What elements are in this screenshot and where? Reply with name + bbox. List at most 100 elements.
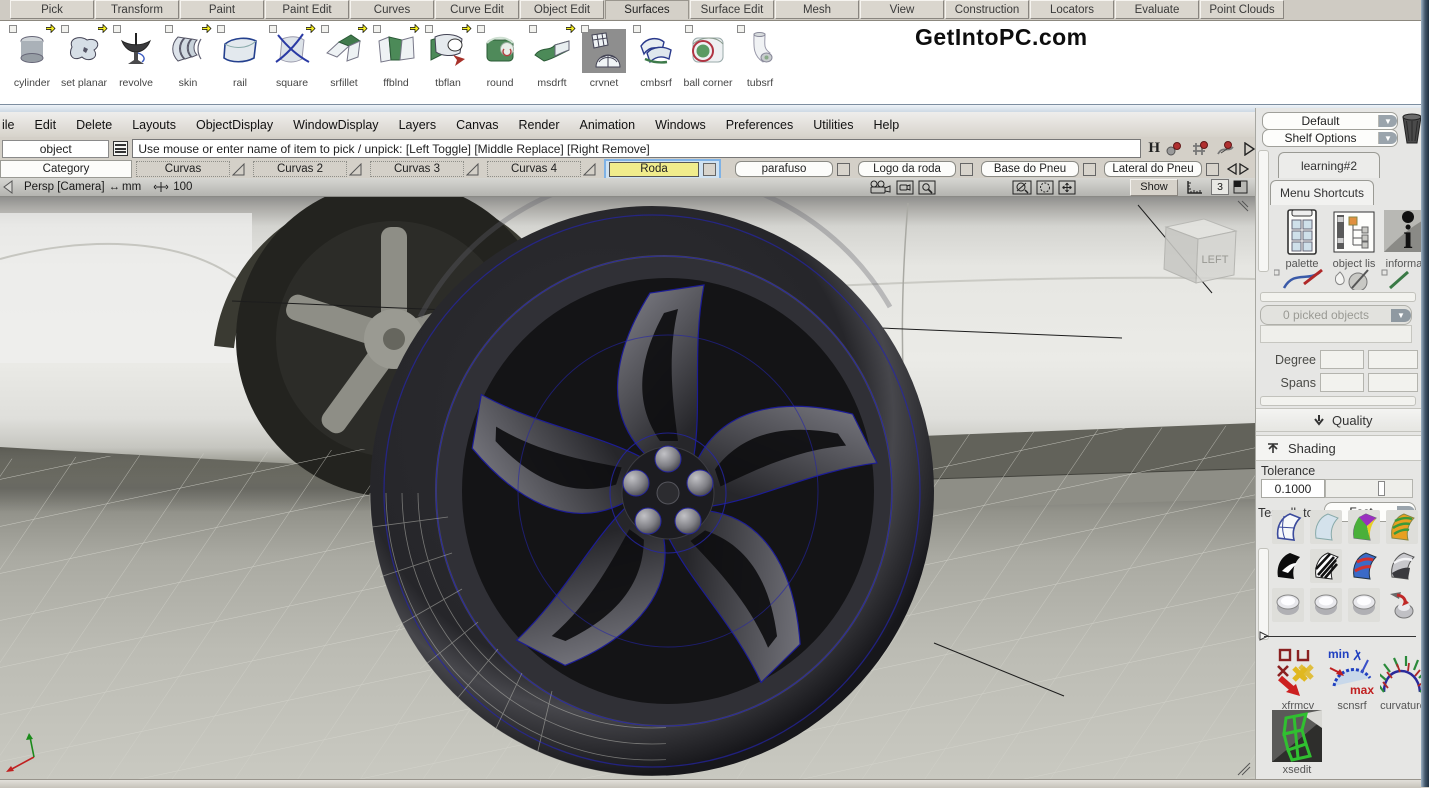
diagnostic-shade-1-button[interactable]: [1272, 588, 1304, 622]
tool-checkbox[interactable]: [9, 25, 17, 33]
layer-scroll-right-icon[interactable]: [1239, 163, 1249, 175]
xfrmcv-tool[interactable]: xfrmcv: [1272, 646, 1324, 712]
units-toggle-icon[interactable]: ↔: [109, 181, 119, 193]
shade-black-button[interactable]: [1272, 549, 1304, 583]
tab-object-edit[interactable]: Object Edit: [520, 0, 604, 19]
pick-type-select[interactable]: object: [2, 140, 109, 158]
tool-ball-corner[interactable]: ball corner: [682, 23, 734, 101]
menu-layers[interactable]: Layers: [389, 118, 447, 132]
layer-base-do-pneu[interactable]: Base do Pneu: [981, 161, 1079, 177]
perspective-viewport[interactable]: LEFT: [0, 197, 1255, 779]
layer-roda-selected[interactable]: Roda: [604, 159, 721, 180]
tab-view[interactable]: View: [860, 0, 944, 19]
shelf-set-select[interactable]: Default ▼: [1262, 112, 1398, 130]
tool-round[interactable]: round: [474, 23, 526, 101]
chevron-down-icon[interactable]: ▼: [1378, 132, 1397, 144]
layer-checkbox[interactable]: [960, 163, 973, 176]
shade-chrome-button[interactable]: [1386, 549, 1418, 583]
spans-input-1[interactable]: [1320, 373, 1364, 392]
palette-window-tool[interactable]: palette: [1280, 208, 1324, 270]
viewport-header[interactable]: Persp [Camera] ↔ mm 100 Show 3: [0, 178, 1255, 197]
chevron-down-icon[interactable]: ▼: [1391, 309, 1411, 322]
tool-checkbox[interactable]: [373, 25, 381, 33]
object-lister-tool[interactable]: object lis: [1332, 208, 1376, 270]
movie-camera-icon[interactable]: [868, 180, 892, 195]
degree-input-2[interactable]: [1368, 350, 1418, 369]
tab-curve-edit[interactable]: Curve Edit: [435, 0, 519, 19]
tool-checkbox[interactable]: [425, 25, 433, 33]
tool-checkbox[interactable]: [581, 25, 589, 33]
tool-cmbsrf[interactable]: cmbsrf: [630, 23, 682, 101]
shelf-options-select[interactable]: Shelf Options ▼: [1262, 129, 1398, 147]
tab-evaluate[interactable]: Evaluate: [1115, 0, 1199, 19]
tool-checkbox[interactable]: [477, 25, 485, 33]
tolerance-slider[interactable]: [1325, 479, 1413, 498]
tool-checkbox[interactable]: [321, 25, 329, 33]
snap-to-curve-icon[interactable]: [1215, 141, 1235, 157]
tab-surfaces[interactable]: Surfaces: [605, 0, 689, 19]
diagnostic-shade-3-button[interactable]: [1348, 588, 1380, 622]
tab-construction[interactable]: Construction: [945, 0, 1029, 19]
tab-mesh[interactable]: Mesh: [775, 0, 859, 19]
tab-pick[interactable]: Pick: [10, 0, 94, 19]
shade-striped-button[interactable]: [1386, 510, 1418, 544]
tool-msdrft[interactable]: msdrft: [526, 23, 578, 101]
tool-srfillet[interactable]: srfillet: [318, 23, 370, 101]
tab-paint[interactable]: Paint: [180, 0, 264, 19]
shade-blue-red-button[interactable]: [1348, 549, 1380, 583]
layer-scroll-left-icon[interactable]: [1227, 163, 1237, 175]
menu-animation[interactable]: Animation: [569, 118, 645, 132]
viewport-canvas[interactable]: LEFT: [0, 197, 1255, 779]
menu-objectdisplay[interactable]: ObjectDisplay: [186, 118, 283, 132]
tab-surface-edit[interactable]: Surface Edit: [690, 0, 774, 19]
tab-menu-shortcuts[interactable]: Menu Shortcuts: [1270, 180, 1374, 205]
tool-square[interactable]: square: [266, 23, 318, 101]
tab-point-clouds[interactable]: Point Clouds: [1200, 0, 1284, 19]
tool-cylinder[interactable]: cylinder: [6, 23, 58, 101]
icon-row-scrollbar[interactable]: [1260, 292, 1416, 302]
layer-parafuso[interactable]: parafuso: [735, 161, 833, 177]
tool-checkbox[interactable]: [113, 25, 121, 33]
viewport-corner-icon[interactable]: [2, 180, 14, 194]
menu-render[interactable]: Render: [508, 118, 569, 132]
tool-revolve[interactable]: revolve: [110, 23, 162, 101]
chevron-down-icon[interactable]: ▼: [1378, 115, 1397, 127]
tool-checkbox[interactable]: [217, 25, 225, 33]
layer-symmetry-icon[interactable]: [349, 163, 362, 176]
layer-checkbox[interactable]: [1206, 163, 1219, 176]
camera-label[interactable]: Persp [Camera]: [24, 181, 105, 193]
tool-checkbox[interactable]: [269, 25, 277, 33]
show-button[interactable]: Show: [1130, 179, 1178, 196]
precision-ruler-icon[interactable]: [1185, 180, 1205, 195]
menu-file[interactable]: ile: [0, 118, 25, 132]
scnsrf-tool[interactable]: min max scnsrf: [1326, 646, 1378, 712]
tool-checkbox[interactable]: [737, 25, 745, 33]
layer-checkbox[interactable]: [703, 163, 716, 176]
layer-lateral-do-pneu[interactable]: Lateral do Pneu: [1104, 161, 1202, 177]
prompt-history-icon[interactable]: [113, 141, 128, 156]
window-number[interactable]: 3: [1211, 179, 1229, 195]
tool-rail[interactable]: rail: [214, 23, 266, 101]
window-layout-icon[interactable]: [1233, 180, 1248, 194]
menu-help[interactable]: Help: [864, 118, 910, 132]
construction-history-icon[interactable]: H: [1148, 140, 1160, 157]
shade-zebra-button[interactable]: [1310, 549, 1342, 583]
tolerance-input[interactable]: 0.1000: [1261, 479, 1325, 498]
pan-icon[interactable]: [1058, 180, 1076, 195]
camera-view-icon[interactable]: [896, 180, 914, 195]
tool-checkbox[interactable]: [685, 25, 693, 33]
layer-curvas2[interactable]: Curvas 2: [253, 161, 347, 177]
tool-checkbox[interactable]: [61, 25, 69, 33]
layer-symmetry-icon[interactable]: [583, 163, 596, 176]
prompt-expand-icon[interactable]: [1243, 142, 1255, 156]
layer-checkbox[interactable]: [837, 163, 850, 176]
layer-symmetry-icon[interactable]: [466, 163, 479, 176]
shading-section-header[interactable]: Shading: [1256, 435, 1422, 461]
picked-objects-dropdown[interactable]: 0 picked objects ▼: [1260, 305, 1412, 325]
zoom-region-icon[interactable]: [918, 180, 936, 195]
shade-multicolor-button[interactable]: [1348, 510, 1380, 544]
tool-tubsrf[interactable]: tubsrf: [734, 23, 786, 101]
information-tool[interactable]: i informa: [1384, 208, 1424, 270]
tool-checkbox[interactable]: [633, 25, 641, 33]
curvature-tool[interactable]: curvature: [1380, 646, 1426, 712]
